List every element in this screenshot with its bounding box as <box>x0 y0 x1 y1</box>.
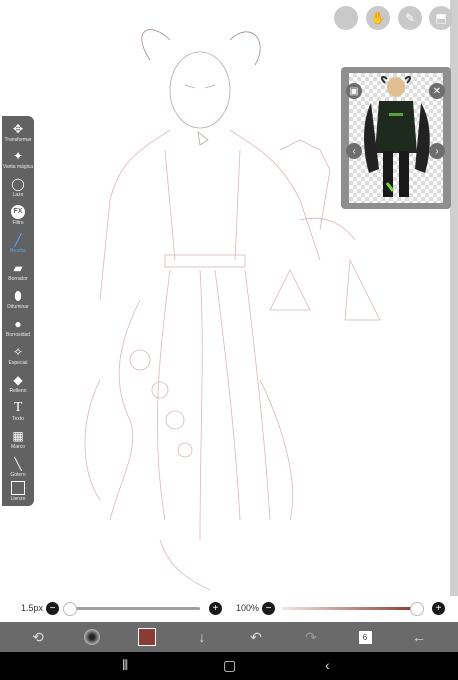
canvas-icon <box>11 481 25 495</box>
tool-canvas[interactable]: Lienzo <box>2 479 34 507</box>
tool-label: Brocha <box>10 248 26 254</box>
lasso-icon: ◯ <box>11 177 25 191</box>
brush-size-thumb[interactable] <box>62 602 77 616</box>
opacity-value: 100% <box>236 603 260 613</box>
arrow-down-icon[interactable]: ↓ <box>192 628 212 646</box>
brush-size-minus-button[interactable]: − <box>46 602 59 615</box>
text-icon: T <box>13 400 23 415</box>
canvas-edge <box>450 0 458 596</box>
hand-icon[interactable]: ✋ <box>366 6 390 30</box>
undo-icon[interactable]: ↶ <box>246 628 266 646</box>
tool-magic-wand[interactable]: ✦ Varita mágica <box>2 147 34 175</box>
tool-label: Lienzo <box>10 496 26 502</box>
brush-size-value: 1.5px <box>21 603 44 613</box>
special-brush-icon: ✧ <box>12 345 24 359</box>
brush-icon: ╱ <box>14 233 22 247</box>
tool-label: Borrosidad <box>5 332 31 338</box>
opacity-minus-button[interactable]: − <box>262 602 275 615</box>
fx-icon: FX <box>11 205 25 219</box>
bottom-toolbar: ⟲ ↓ ↶ ↷ 6 ← <box>0 622 458 652</box>
tool-transform[interactable]: ✥ Transformar <box>2 120 34 148</box>
tool-label: Texto <box>12 416 24 422</box>
chevron-right-icon[interactable]: › <box>429 143 445 159</box>
tool-label: Varita mágica <box>2 164 34 170</box>
tool-special[interactable]: ✧ Especial <box>2 343 34 371</box>
tool-filter[interactable]: FX Filtro <box>2 203 34 231</box>
reference-photo-icon[interactable]: ▣ <box>346 83 362 99</box>
recent-apps-icon[interactable]: ⦀ <box>122 657 128 674</box>
blank-circle-icon[interactable] <box>334 6 358 30</box>
tool-brush[interactable]: ╱ Brocha <box>2 231 34 259</box>
tool-label: Gotero <box>10 472 26 478</box>
tool-lasso[interactable]: ◯ Lazo <box>2 175 34 203</box>
tool-fill[interactable]: ◆ Relleno <box>2 371 34 399</box>
layers-button[interactable]: 6 <box>355 628 375 646</box>
tool-label: Difuminar <box>7 304 29 310</box>
chevron-left-icon[interactable]: ‹ <box>346 143 362 159</box>
tool-smudge[interactable]: ● Borrosidad <box>2 315 34 343</box>
tool-text[interactable]: T Texto <box>2 399 34 427</box>
system-nav-bar: ⦀ ▢ ‹ <box>0 652 458 680</box>
back-arrow-icon[interactable]: ← <box>409 628 429 646</box>
brush-size-slider[interactable] <box>66 607 200 610</box>
eraser-icon: ▰ <box>13 261 23 275</box>
tool-label: Filtro <box>12 220 24 226</box>
drop-icon: ● <box>14 317 22 331</box>
close-icon[interactable]: ✕ <box>429 83 445 99</box>
tool-label: Especial <box>8 360 28 366</box>
eyedropper-icon: ╲ <box>14 457 22 471</box>
color-swatch-button[interactable] <box>137 628 157 646</box>
redo-icon[interactable]: ↷ <box>301 628 321 646</box>
tool-label: Borrador <box>8 276 28 282</box>
magic-wand-icon: ✦ <box>12 149 24 163</box>
layers-count: 6 <box>358 630 372 644</box>
opacity-plus-button[interactable]: + <box>432 602 445 615</box>
opacity-slider[interactable] <box>282 607 416 610</box>
move-icon: ✥ <box>12 122 24 136</box>
tool-sidebar: ✥ Transformar ✦ Varita mágica ◯ Lazo FX … <box>2 116 34 506</box>
home-icon[interactable]: ▢ <box>223 657 236 674</box>
tool-label: Transformar <box>4 137 32 143</box>
back-icon[interactable]: ‹ <box>325 657 330 673</box>
reference-window[interactable]: ▣ ✕ ‹ › <box>341 67 451 209</box>
tool-label: Lazo <box>12 192 24 198</box>
brush-preview-icon[interactable] <box>82 628 102 646</box>
layer-icon[interactable]: ⬒ <box>429 6 453 30</box>
frame-icon: ▦ <box>12 429 24 443</box>
tool-eraser[interactable]: ▰ Borrador <box>2 259 34 287</box>
tool-label: Marco <box>11 444 25 450</box>
fill-icon: ◆ <box>13 373 23 387</box>
opacity-thumb[interactable] <box>410 602 424 616</box>
brush-size-plus-button[interactable]: + <box>209 602 222 615</box>
tool-frame[interactable]: ▦ Marco <box>2 427 34 455</box>
pen-icon[interactable]: ✎ <box>398 6 422 30</box>
tool-label: Relleno <box>9 388 27 394</box>
blur-icon: ⬮ <box>14 289 22 303</box>
tool-blur[interactable]: ⬮ Difuminar <box>2 287 34 315</box>
rotate-icon[interactable]: ⟲ <box>28 628 48 646</box>
